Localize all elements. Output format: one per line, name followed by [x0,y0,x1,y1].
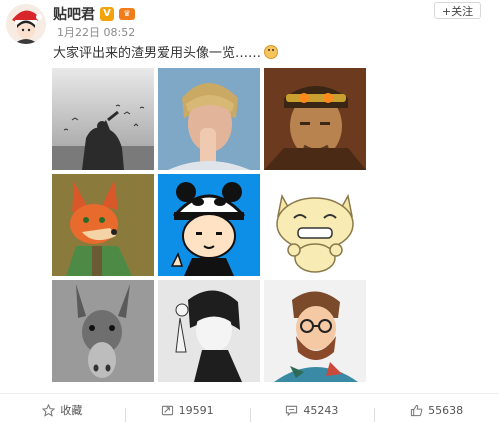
repost-button[interactable]: 19591 [124,403,250,422]
image-grid [52,68,368,384]
monkey-king-photo[interactable] [264,68,366,170]
comment-button[interactable]: 45243 [249,403,375,422]
favorite-label: 收藏 [60,404,83,417]
member-crown-icon: ♛ [119,8,135,20]
panda-hat-boy-cartoon[interactable] [158,174,260,276]
verified-icon: V [100,7,114,21]
post-text: 大家评出来的渣男爱用头像一览…… [53,42,279,61]
author-name-row: 贴吧君 V ♛ [53,4,135,24]
repost-count: 19591 [178,403,214,417]
anime-boy-sketch[interactable] [158,280,260,382]
author-avatar[interactable] [6,4,46,44]
favorite-button[interactable]: 收藏 [0,402,125,418]
action-bar-divider [0,393,499,394]
action-bar: 收藏 19591 45243 55638 [0,398,499,422]
thumbs-up-icon [411,404,423,416]
bearded-man-illustration[interactable] [264,280,366,382]
silhouette-birds-photo[interactable] [52,68,154,170]
donkey-photo[interactable] [52,280,154,382]
like-button[interactable]: 55638 [374,403,499,422]
follow-button[interactable]: +关注 [434,2,481,19]
smiling-cat-cartoon[interactable] [264,174,366,276]
like-count: 55638 [428,403,464,417]
blond-man-photo[interactable] [158,68,260,170]
post-text-content: 大家评出来的渣男爱用头像一览…… [53,46,262,61]
repost-icon [161,405,173,415]
comment-count: 45243 [303,403,339,417]
shy-face-emoji-icon [264,44,279,59]
author-name[interactable]: 贴吧君 [53,4,95,24]
cartoon-fox-image[interactable] [52,174,154,276]
post-timestamp[interactable]: 1月22日 08:52 [57,24,135,40]
star-icon [42,403,56,417]
comment-icon [286,405,298,416]
